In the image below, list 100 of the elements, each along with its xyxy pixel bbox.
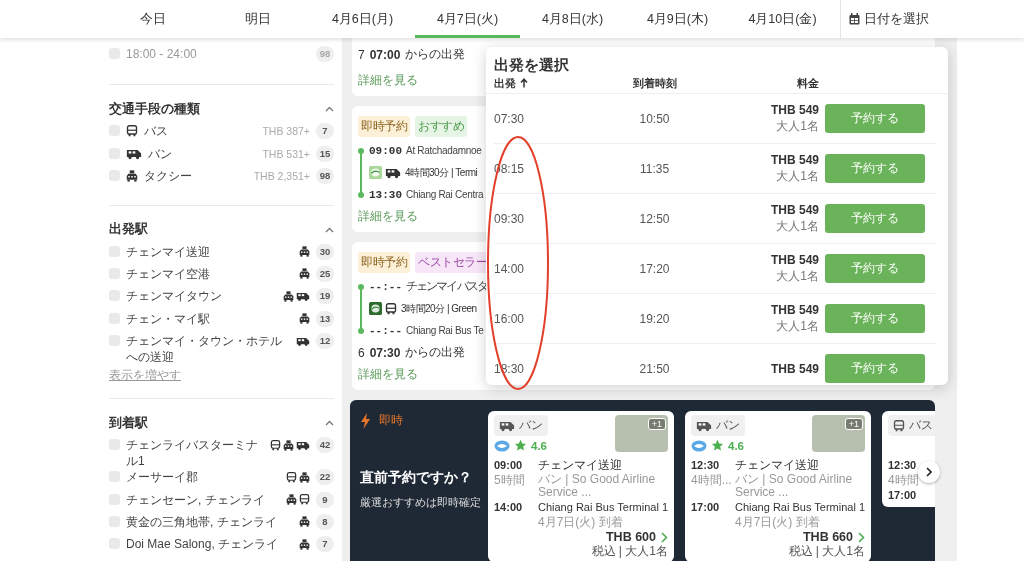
station-text: Chiang Rai Bus Terminal 1 [538, 500, 669, 514]
price-text: THB 2,351+ [253, 169, 310, 185]
section-subtitle: 厳選おすすめは即時確定 [360, 496, 482, 510]
popup-title: 出発を選択 [493, 56, 570, 75]
count-text: 7 [358, 47, 365, 62]
filter-label: タクシー [144, 168, 193, 185]
bus-icon [385, 302, 397, 315]
trip-card[interactable]: バス 12:30 4時間 17:00 [882, 411, 935, 507]
count-badge: 7 [316, 536, 334, 553]
price-text: THB 549 [770, 361, 819, 376]
taxi-icon [286, 494, 297, 505]
tag: おすすめ [415, 116, 467, 137]
rating-text: 4.6 [728, 439, 744, 452]
filter-label: バス [144, 123, 169, 140]
photo-count-badge: +1 [647, 418, 666, 430]
departure-text: からの出発 [405, 344, 466, 361]
date-text: 4月7日(火) 到着 [735, 515, 821, 529]
taxi-icon [283, 290, 294, 302]
taxi-icon [299, 268, 310, 280]
date-tab[interactable]: 4月8日(水) [520, 0, 625, 38]
date-tab[interactable]: 今日 [100, 0, 205, 38]
date-tab[interactable]: 4月10日(金) [730, 0, 835, 38]
count-badge: 22 [316, 469, 334, 486]
section-label: 即時 [379, 412, 403, 429]
station-text: Chiang Rai Bus Terminal 1 [735, 500, 866, 514]
chevron-icon[interactable] [325, 420, 334, 427]
tag: 即時予約 [358, 252, 410, 273]
timeline-dot [358, 327, 364, 334]
time-text: 13:30 [369, 188, 402, 201]
taxi-icon [299, 246, 310, 258]
taxi-icon [299, 313, 310, 325]
time-text: 17:00 [691, 500, 721, 514]
filter-label: チェンライバスターミナル1 [126, 437, 259, 470]
column-header[interactable]: 到着時刻 [597, 77, 712, 91]
time-text: 07:00 [369, 47, 401, 62]
column-header[interactable]: 出発 [494, 77, 597, 91]
price-note: 税込 | 大人1名 [590, 545, 668, 558]
operator-logo-icon [494, 439, 510, 452]
count-badge: 8 [316, 513, 334, 530]
vehicle-tag: バン [494, 415, 548, 436]
filter-label: Doi Mae Salong, チェンライ [126, 536, 280, 553]
count-badge: 7 [316, 123, 334, 140]
star-icon [514, 439, 527, 452]
filter-label: チェンセーン, チェンライ [126, 491, 266, 508]
timeline-dot [358, 191, 364, 198]
filter-label: チェンマイタウン [126, 288, 223, 305]
departure-time: 16:00 [494, 311, 526, 326]
filter-label: バン [148, 145, 173, 162]
filter-section-title: 交通手段の種類 [109, 100, 200, 118]
price-text: THB 387+ [262, 124, 310, 140]
bus-icon [299, 494, 310, 505]
departure-time: 14:00 [494, 261, 526, 276]
trip-card[interactable]: バン 4.6 +1 12:30 チェンマイ送迎 4時間... バン | So Good Airline Service ... 17:00 Chiang Rai Bus Terminal 1 4月7日(火) 到着 THB 660 税込 | 大人1名 [685, 411, 871, 561]
timeline-line [360, 285, 362, 332]
duration-text: 3時間20分 | Green [401, 301, 477, 316]
timeline-dot [358, 147, 364, 154]
arrival-time: 10:50 [638, 111, 671, 126]
date-text: 4月7日(火) 到着 [538, 515, 624, 529]
filter-label: チェンマイ送迎 [126, 243, 211, 260]
filter-label: 黄金の三角地帯, チェンライ [126, 513, 278, 530]
photo-count-badge: +1 [844, 418, 863, 430]
departure-time: 09:30 [494, 211, 526, 226]
date-tab[interactable]: 明日 [205, 0, 310, 38]
taxi-icon [283, 439, 294, 451]
duration-text: 4時間30分 | Termi [405, 165, 478, 180]
tag: 即時予約 [358, 116, 410, 137]
time-text: --:-- [369, 324, 402, 337]
van-icon [499, 419, 515, 432]
date-tab[interactable]: 4月6日(月) [310, 0, 415, 38]
date-tab[interactable]: 4月9日(木) [625, 0, 730, 38]
van-icon [296, 335, 310, 347]
chevron-icon[interactable] [325, 226, 334, 233]
price-text: THB 549 [770, 302, 819, 317]
taxi-icon [299, 516, 310, 528]
price-text: THB 600 [605, 530, 656, 544]
station-text: At Ratchadamnoe [406, 145, 482, 156]
taxi-icon [299, 538, 310, 550]
price-text: THB 549 [770, 252, 819, 267]
chevron-icon[interactable] [325, 106, 334, 113]
operator-text: バン | So Good Airline Service ... [735, 473, 854, 499]
operator-logo-icon [369, 302, 382, 315]
passenger-text: 大人1名 [776, 167, 819, 185]
station-text: チェンマイ送迎 [735, 458, 820, 472]
count-badge: 30 [316, 243, 334, 260]
chevron-right-icon [858, 531, 865, 543]
time-text: 09:00 [369, 144, 402, 157]
count-badge: 98 [316, 46, 334, 62]
count-text: 6 [358, 345, 365, 360]
filter-label: メーサーイ郡 [126, 469, 199, 486]
count-badge: 15 [316, 145, 334, 162]
trip-card[interactable]: バン 4.6 +1 09:00 チェンマイ送迎 5時間 バン | So Good Airline Service ... 14:00 Chiang Rai Bus Terminal 1 4月7日(火) 到着 THB 600 税込 | 大人1名 [488, 411, 674, 561]
column-header[interactable]: 料金 [712, 77, 819, 91]
taxi-icon [299, 471, 310, 483]
count-badge: 12 [316, 333, 334, 350]
vehicle-tag: バン [691, 415, 745, 436]
count-badge: 19 [316, 288, 334, 305]
time-text: 07:30 [369, 345, 401, 360]
time-text: 17:00 [888, 488, 918, 502]
duration-text: 5時間 [494, 473, 526, 487]
filter-section-title: 出発駅 [109, 221, 148, 239]
